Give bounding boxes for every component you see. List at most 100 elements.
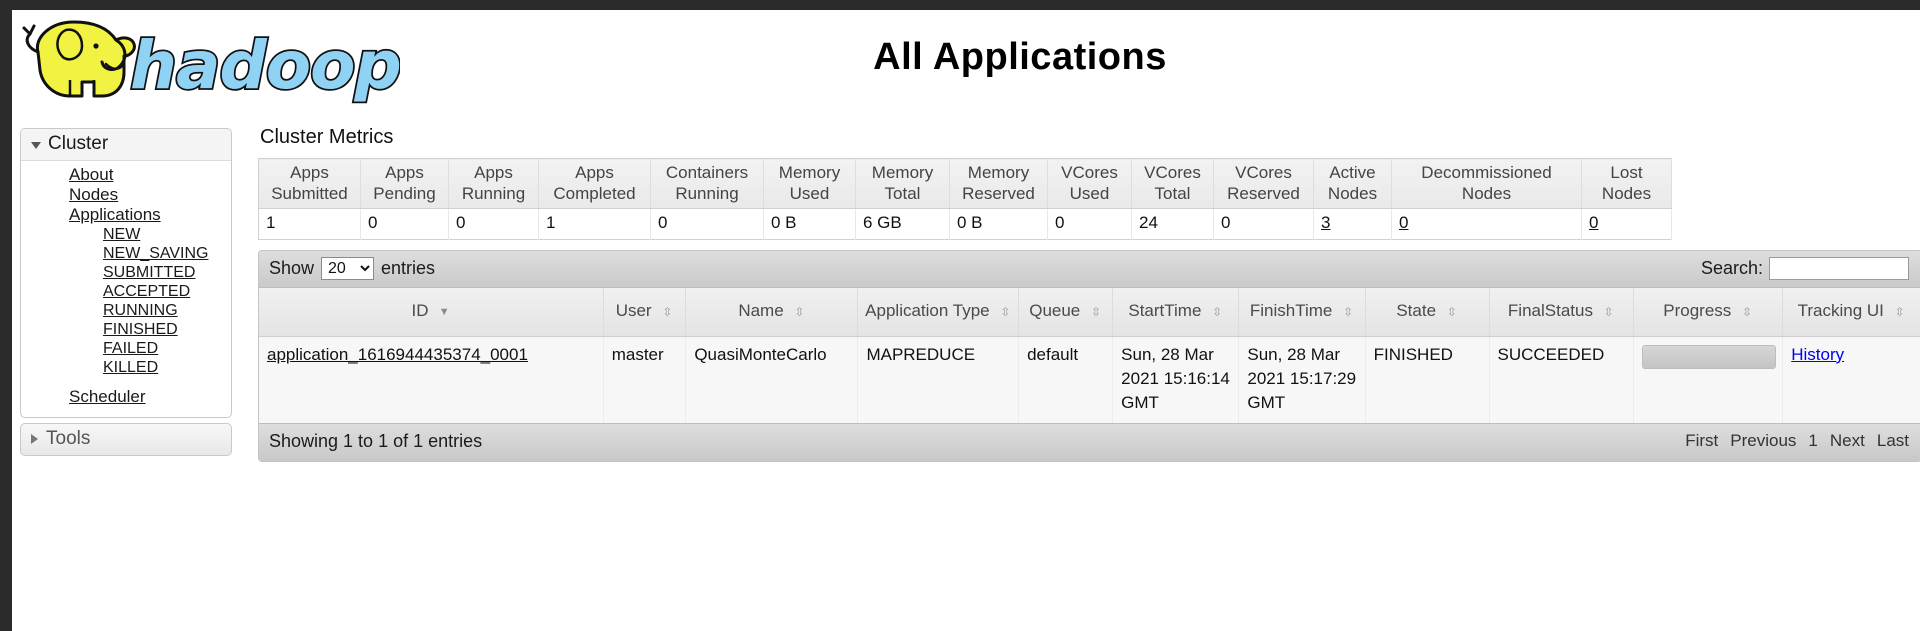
cell-state: FINISHED <box>1365 336 1490 423</box>
metric-header-line2: Nodes <box>1601 184 1652 203</box>
chevron-right-icon <box>31 434 38 444</box>
metric-header-line1: Active <box>1329 163 1376 182</box>
column-header-label: State <box>1396 301 1437 321</box>
paginate-page-1[interactable]: 1 <box>1808 431 1817 451</box>
cluster-metrics-table: Apps Submitted Apps Pending Apps Running… <box>258 158 1672 240</box>
sidebar-item-state-submitted[interactable]: SUBMITTED <box>21 263 231 282</box>
metric-header-line2: Reserved <box>962 184 1035 203</box>
sidebar-tools-block[interactable]: Tools <box>20 423 232 456</box>
sidebar-item-applications[interactable]: Applications <box>21 205 231 225</box>
paginate-last[interactable]: Last <box>1877 431 1909 451</box>
column-header-state[interactable]: State ⇳ <box>1365 288 1490 337</box>
cluster-metrics-value-row: 1 0 0 1 0 0 B 6 GB 0 B 0 24 0 3 0 0 <box>258 208 1672 240</box>
metric-header-line1: Containers <box>665 163 749 182</box>
sort-both-icon: ⇳ <box>794 304 805 319</box>
metric-header-line1: Lost <box>1610 163 1643 182</box>
column-header-name[interactable]: Name ⇳ <box>685 288 859 337</box>
column-header-finishtime[interactable]: FinishTime ⇳ <box>1238 288 1366 337</box>
column-header-application-type[interactable]: Application Type ⇳ <box>857 288 1020 337</box>
sort-both-icon: ⇳ <box>1603 304 1614 319</box>
metric-header-line2: Total <box>884 184 921 203</box>
metric-header-line2: Used <box>789 184 830 203</box>
progress-bar-fill <box>1643 345 1776 368</box>
column-header-id[interactable]: ID ▼ <box>259 288 604 337</box>
hadoop-logo[interactable]: hadoop <box>20 16 403 106</box>
cell-application-type: MAPREDUCE <box>857 336 1020 423</box>
column-header-progress[interactable]: Progress ⇳ <box>1633 288 1784 337</box>
application-id-link[interactable]: application_1616944435374_0001 <box>267 345 528 364</box>
sidebar-item-state-finished[interactable]: FINISHED <box>21 320 231 339</box>
column-header-tracking-ui[interactable]: Tracking UI ⇳ <box>1782 288 1920 337</box>
sort-both-icon: ⇳ <box>1742 304 1753 319</box>
metric-header-memory-used: Memory Used <box>763 158 856 209</box>
applications-datatable: Show 20 40 60 80 100 entries Search: <box>258 250 1920 462</box>
column-header-label: Tracking UI <box>1797 301 1884 321</box>
sort-both-icon: ⇳ <box>662 304 673 319</box>
paginate-next[interactable]: Next <box>1830 431 1865 451</box>
sidebar-cluster-header[interactable]: Cluster <box>21 129 231 161</box>
metric-header-line2: Used <box>1069 184 1110 203</box>
metric-header-containers-running: Containers Running <box>650 158 764 209</box>
sidebar-cluster-body: About Nodes Applications NEW NEW_SAVING … <box>21 161 231 417</box>
browser-chrome-top <box>0 0 1920 10</box>
metric-value-vcores-total: 24 <box>1131 208 1214 240</box>
sort-both-icon: ⇳ <box>1212 304 1223 319</box>
sidebar-item-state-killed[interactable]: KILLED <box>21 358 231 377</box>
metric-value-apps-completed: 1 <box>538 208 651 240</box>
cell-progress <box>1633 336 1784 423</box>
metric-header-memory-reserved: Memory Reserved <box>949 158 1048 209</box>
sidebar-item-about[interactable]: About <box>21 165 231 185</box>
metric-header-line2: Running <box>461 184 526 203</box>
datatable-length-control: Show 20 40 60 80 100 entries <box>269 257 435 280</box>
metric-header-vcores-reserved: VCores Reserved <box>1213 158 1314 209</box>
metric-header-line1: Apps <box>575 163 614 182</box>
column-header-finalstatus[interactable]: FinalStatus ⇳ <box>1489 288 1635 337</box>
datatable-toolbar: Show 20 40 60 80 100 entries Search: <box>259 251 1920 288</box>
column-header-label: User <box>615 301 652 321</box>
metric-value-memory-reserved: 0 B <box>949 208 1048 240</box>
metric-value-memory-used: 0 B <box>763 208 856 240</box>
metric-header-line1: Decommissioned <box>1421 163 1552 182</box>
metric-header-line1: Memory <box>967 163 1030 182</box>
metric-header-line2: Completed <box>553 184 636 203</box>
applications-table: ID ▼ User ⇳ Name ⇳ Application Type ⇳ Qu… <box>259 288 1920 423</box>
sidebar-item-state-accepted[interactable]: ACCEPTED <box>21 282 231 301</box>
paginate-first[interactable]: First <box>1685 431 1718 451</box>
sort-desc-icon: ▼ <box>438 305 450 318</box>
sidebar-item-state-new-saving[interactable]: NEW_SAVING <box>21 244 231 263</box>
chevron-down-icon <box>31 142 41 149</box>
paginate-previous[interactable]: Previous <box>1730 431 1796 451</box>
metric-value-apps-pending: 0 <box>360 208 449 240</box>
sort-both-icon: ⇳ <box>1090 304 1102 319</box>
sidebar-item-state-running[interactable]: RUNNING <box>21 301 231 320</box>
yarn-resourcemanager-page: hadoop All Applications Cluster About No… <box>0 0 1920 631</box>
sidebar-item-state-failed[interactable]: FAILED <box>21 339 231 358</box>
metric-value-containers-running: 0 <box>650 208 764 240</box>
column-header-user[interactable]: User ⇳ <box>603 288 687 337</box>
sidebar-item-state-new[interactable]: NEW <box>21 225 231 244</box>
main-content: Cluster Metrics Apps Submitted Apps Pend… <box>258 126 1920 462</box>
metric-header-active-nodes: Active Nodes <box>1313 158 1392 209</box>
metric-header-line2: Nodes <box>1461 184 1512 203</box>
search-input[interactable] <box>1769 257 1909 280</box>
metric-header-line2: Pending <box>373 184 436 203</box>
metric-header-apps-submitted: Apps Submitted <box>258 158 361 209</box>
sidebar-item-scheduler[interactable]: Scheduler <box>21 387 231 407</box>
sort-both-icon: ⇳ <box>1343 304 1354 319</box>
metric-value-active-nodes[interactable]: 3 <box>1313 208 1392 240</box>
column-header-queue[interactable]: Queue ⇳ <box>1018 288 1114 337</box>
metric-value-lost-nodes[interactable]: 0 <box>1581 208 1672 240</box>
metric-header-apps-running: Apps Running <box>448 158 539 209</box>
page-length-select[interactable]: 20 40 60 80 100 <box>321 257 375 280</box>
column-header-label: Queue <box>1029 301 1081 321</box>
metric-header-lost-nodes: Lost Nodes <box>1581 158 1672 209</box>
sidebar-item-nodes[interactable]: Nodes <box>21 185 231 205</box>
metric-header-line2: Reserved <box>1227 184 1300 203</box>
sort-both-icon: ⇳ <box>1894 304 1905 319</box>
entries-label: entries <box>381 258 436 278</box>
column-header-starttime[interactable]: StartTime ⇳ <box>1112 288 1240 337</box>
metric-value-decommissioned-nodes[interactable]: 0 <box>1391 208 1582 240</box>
tracking-ui-link[interactable]: History <box>1791 345 1844 364</box>
metric-header-decommissioned-nodes: Decommissioned Nodes <box>1391 158 1582 209</box>
cell-finishtime: Sun, 28 Mar 2021 15:17:29 GMT <box>1238 336 1366 423</box>
